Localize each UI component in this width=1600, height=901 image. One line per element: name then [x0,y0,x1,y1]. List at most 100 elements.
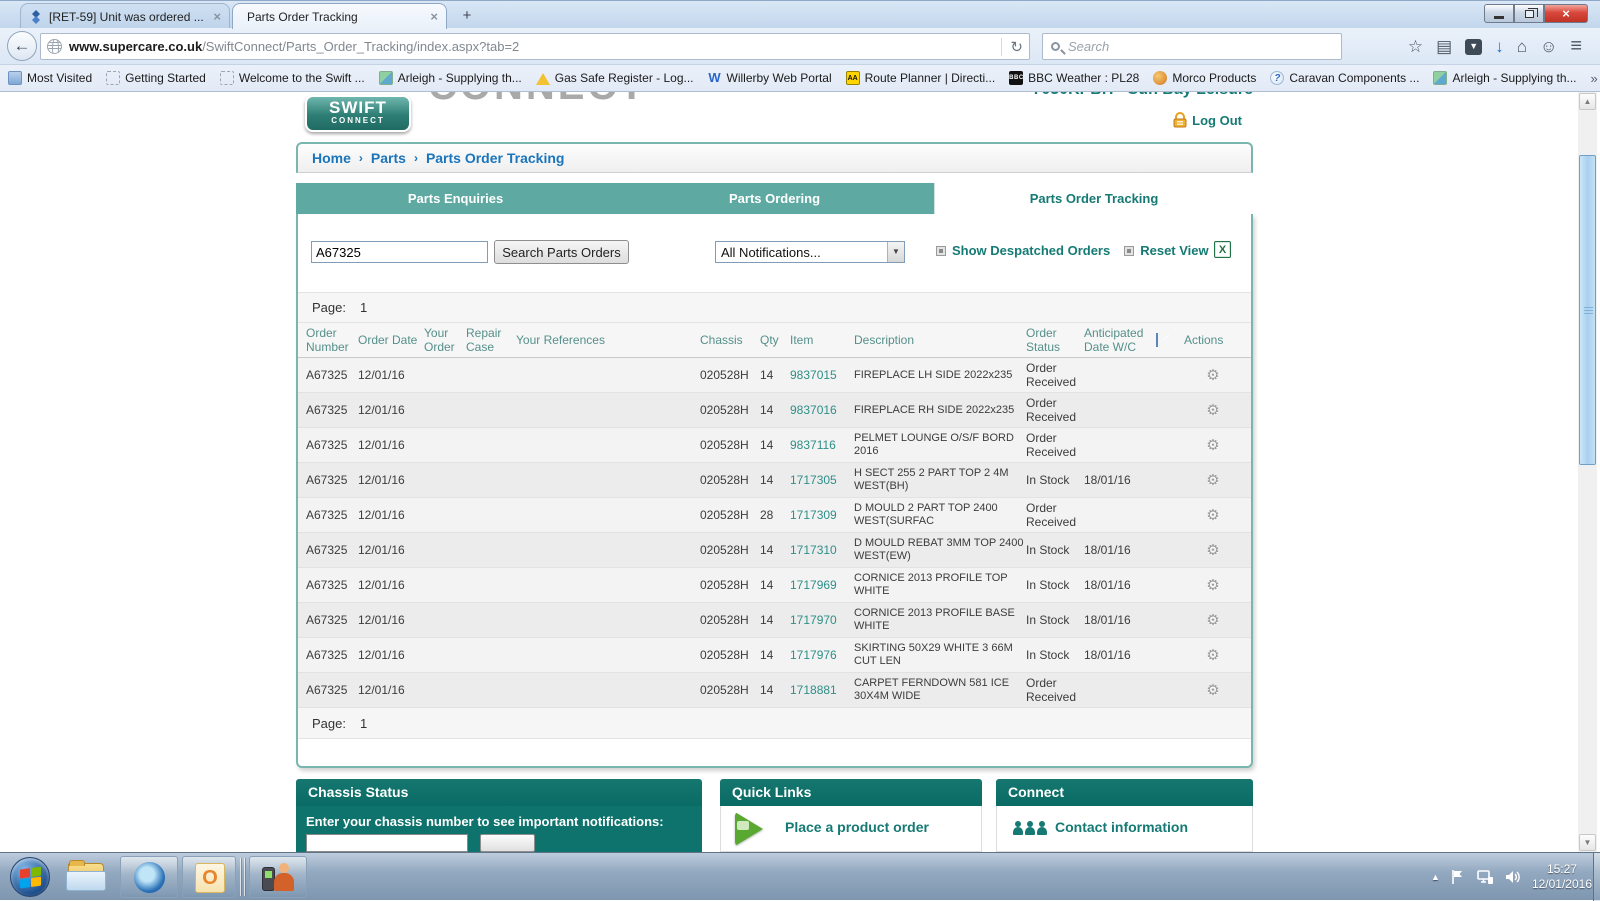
search-bar[interactable]: Search [1042,33,1342,60]
page-scrollbar[interactable]: ▲ ▼ [1578,92,1597,852]
bookmark-arleigh[interactable]: Arleigh - Supplying th... [378,71,522,85]
reload-icon[interactable]: ↻ [1010,38,1023,56]
col-chassis[interactable]: Chassis [700,333,758,347]
scrollbar-thumb[interactable] [1579,155,1596,465]
browser-tab-parts-order-tracking[interactable]: Parts Order Tracking × [232,3,447,29]
show-desktop-button[interactable] [1593,853,1600,901]
close-button[interactable]: × [1544,4,1588,23]
item-link[interactable]: 1718881 [790,683,837,697]
actions-gear-icon[interactable]: ⚙ [1184,366,1242,384]
tab-parts-order-tracking[interactable]: Parts Order Tracking [934,183,1253,214]
item-link[interactable]: 1717970 [790,613,837,627]
bookmark-most-visited[interactable]: Most Visited [8,71,92,85]
action-center-flag-icon[interactable] [1450,869,1466,885]
place-product-order-link[interactable]: Place a product order [785,819,929,835]
item-link[interactable]: 9837015 [790,368,837,382]
envelope-icon[interactable] [1156,333,1158,347]
scroll-up-icon[interactable]: ▲ [1579,93,1596,110]
item-link[interactable]: 9837016 [790,403,837,417]
menu-icon[interactable]: ≡ [1570,35,1582,58]
breadcrumb-parts[interactable]: Parts [371,150,406,166]
network-icon[interactable] [1476,869,1494,885]
tab-parts-ordering[interactable]: Parts Ordering [615,183,934,214]
bookmark-gas-safe[interactable]: Gas Safe Register - Log... [535,71,694,85]
bookmark-star-icon[interactable]: ☆ [1408,37,1423,57]
actions-gear-icon[interactable]: ⚙ [1184,506,1242,524]
outlook-taskbar-button[interactable]: O [182,856,236,898]
chassis-go-button[interactable] [480,834,535,852]
actions-gear-icon[interactable]: ⚙ [1184,681,1242,699]
sidebar-icon[interactable]: ▤ [1436,37,1452,57]
actions-gear-icon[interactable]: ⚙ [1184,401,1242,419]
home-icon[interactable]: ⌂ [1517,37,1527,57]
col-order-number[interactable]: Order Number [306,326,356,354]
forum-icon[interactable]: ☺ [1540,37,1557,57]
swift-connect-logo[interactable]: SWIFT CONNECT [305,95,411,132]
item-link[interactable]: 9837116 [790,438,836,452]
page-number[interactable]: 1 [360,300,367,315]
downloads-icon[interactable]: ↓ [1495,37,1504,57]
actions-gear-icon[interactable]: ⚙ [1184,436,1242,454]
col-anticipated-date[interactable]: Anticipated Date W/C [1084,326,1154,354]
actions-gear-icon[interactable]: ⚙ [1184,576,1242,594]
minimize-button[interactable] [1484,4,1514,23]
col-your-order[interactable]: Your Order [424,326,464,354]
taskbar-clock[interactable]: 15:27 12/01/2016 [1532,862,1592,892]
bookmark-caravan-components[interactable]: ? Caravan Components ... [1270,71,1419,85]
tab-parts-enquiries[interactable]: Parts Enquiries [296,183,615,214]
bookmark-arleigh-2[interactable]: Arleigh - Supplying th... [1433,71,1577,85]
show-despatched-orders-link[interactable]: Show Despatched Orders [952,243,1110,258]
notifications-dropdown[interactable]: All Notifications... ▼ [715,241,905,263]
restore-button[interactable] [1514,4,1544,23]
show-despatched-toggle-icon[interactable] [936,245,946,256]
actions-gear-icon[interactable]: ⚙ [1184,471,1242,489]
export-excel-icon[interactable]: X [1214,241,1231,258]
tab-close-icon[interactable]: × [213,9,221,24]
col-description[interactable]: Description [854,333,1024,347]
col-order-date[interactable]: Order Date [358,333,422,347]
item-link[interactable]: 1717310 [790,543,837,557]
url-bar[interactable]: www.supercare.co.uk/SwiftConnect/Parts_O… [40,33,1030,60]
bookmark-welcome-swift[interactable]: Welcome to the Swift ... [219,71,365,85]
order-search-input[interactable] [311,241,488,263]
col-item[interactable]: Item [790,333,852,347]
bookmark-willerby[interactable]: W Willerby Web Portal [708,71,831,85]
volume-icon[interactable] [1504,869,1522,885]
new-tab-button[interactable]: + [455,7,479,25]
page-number[interactable]: 1 [360,716,367,731]
bookmarks-overflow-icon[interactable]: » [1591,71,1598,86]
actions-gear-icon[interactable]: ⚙ [1184,541,1242,559]
bookmark-bbc-weather[interactable]: BBC BBC Weather : PL28 [1009,71,1139,85]
scroll-down-icon[interactable]: ▼ [1579,834,1596,851]
item-link[interactable]: 1717969 [790,578,837,592]
bookmark-morco[interactable]: Morco Products [1153,71,1256,85]
col-order-status[interactable]: Order Status [1026,326,1082,354]
logout-link[interactable]: Log Out [1173,112,1242,128]
browser-tab-ret59[interactable]: [RET-59] Unit was ordered ... × [20,3,230,29]
search-parts-orders-button[interactable]: Search Parts Orders [494,240,629,264]
item-link[interactable]: 1717976 [790,648,837,662]
reset-view-toggle-icon[interactable] [1124,245,1135,256]
pocket-icon[interactable]: ▼ [1465,38,1483,55]
item-link[interactable]: 1717309 [790,508,837,522]
tab-close-icon[interactable]: × [430,9,438,24]
firefox-taskbar-button[interactable] [120,856,178,898]
cell-chassis: 020528H [700,368,749,382]
bookmark-route-planner[interactable]: AA Route Planner | Directi... [845,71,995,85]
contact-information-link[interactable]: Contact information [1055,819,1188,835]
start-button[interactable] [10,857,50,897]
col-your-references[interactable]: Your References [516,333,698,347]
actions-gear-icon[interactable]: ⚙ [1184,646,1242,664]
breadcrumb-home[interactable]: Home [312,150,351,166]
back-button[interactable]: ← [7,31,37,61]
reset-view-link[interactable]: Reset View [1140,243,1208,258]
phone-app-taskbar-button[interactable] [249,856,307,898]
explorer-taskbar-icon[interactable] [66,860,108,893]
tray-expand-icon[interactable]: ▲ [1431,872,1440,882]
item-link[interactable]: 1717305 [790,473,837,487]
col-repair-case[interactable]: Repair Case [466,326,514,354]
col-qty[interactable]: Qty [760,333,788,347]
chassis-number-input[interactable] [306,834,468,852]
bookmark-getting-started[interactable]: Getting Started [106,71,206,85]
actions-gear-icon[interactable]: ⚙ [1184,611,1242,629]
